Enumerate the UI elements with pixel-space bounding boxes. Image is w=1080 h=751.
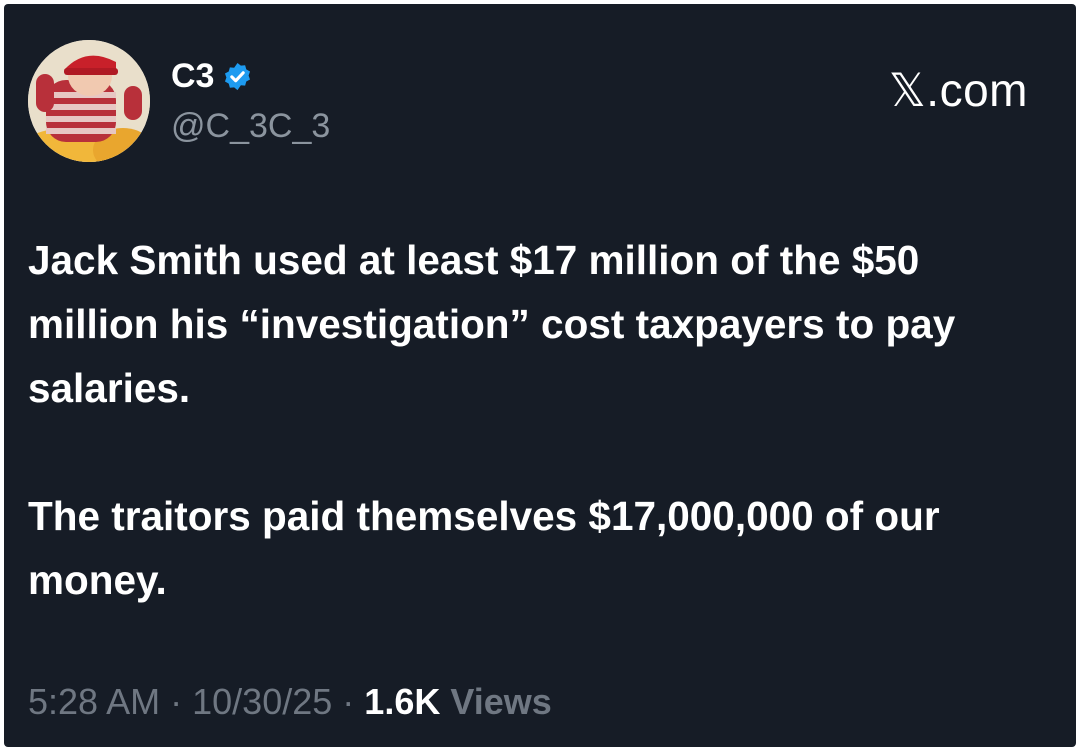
meta-separator: · <box>170 681 183 722</box>
post-paragraph: Jack Smith used at least $17 million of … <box>28 237 956 411</box>
avatar-image <box>28 40 150 162</box>
author-handle[interactable]: @C_3C_3 <box>171 104 330 148</box>
screenshot-frame: C3 @C_3C_3 𝕏.com Jack Smith used at leas… <box>0 0 1080 751</box>
views-count: 1.6K <box>364 681 441 722</box>
views-label: Views <box>450 681 552 722</box>
post-text: Jack Smith used at least $17 million of … <box>28 228 1058 612</box>
verified-badge-icon <box>222 61 253 92</box>
post-time[interactable]: 5:28 AM <box>28 681 160 722</box>
site-label: 𝕏.com <box>888 64 1028 116</box>
meta-separator: · <box>342 681 355 722</box>
author-name-row: C3 <box>171 56 253 96</box>
avatar[interactable] <box>28 40 150 162</box>
post-paragraph: The traitors paid themselves $17,000,000… <box>28 493 940 603</box>
post-metadata: 5:28 AM · 10/30/25 · 1.6K Views <box>28 677 552 727</box>
author-display-name[interactable]: C3 <box>171 56 214 96</box>
post-date[interactable]: 10/30/25 <box>192 681 332 722</box>
post-card: C3 @C_3C_3 𝕏.com Jack Smith used at leas… <box>4 4 1076 747</box>
